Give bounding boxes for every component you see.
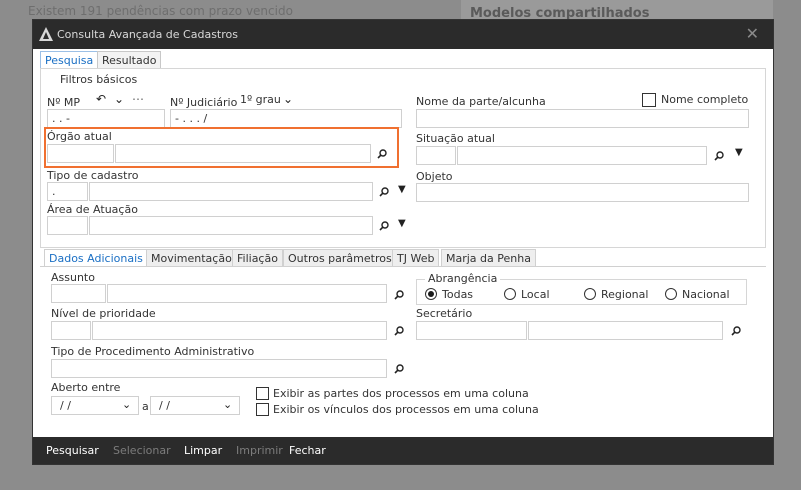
nome-parte-input[interactable]	[416, 109, 749, 128]
aberto-entre-label: Aberto entre	[51, 381, 121, 394]
objeto-label: Objeto	[416, 170, 453, 183]
subtab-outros-parametros[interactable]: Outros parâmetros	[283, 249, 397, 266]
tipo-cadastro-filter-icon[interactable]: ▼	[398, 184, 406, 195]
nivel-search-icon[interactable]	[394, 326, 404, 336]
exibir-partes-checkbox[interactable]	[256, 387, 269, 400]
subtab-movimentacao[interactable]: Movimentação	[146, 249, 237, 266]
abrangencia-legend: Abrangência	[425, 272, 501, 285]
tipo-cadastro-search-icon[interactable]	[379, 187, 389, 197]
chevron-down-icon[interactable]: ⌄	[114, 92, 124, 106]
fechar-button[interactable]: Fechar	[289, 444, 326, 457]
exibir-partes-label: Exibir as partes dos processos em uma co…	[273, 387, 529, 400]
date-from-chevron-icon[interactable]: ⌄	[122, 398, 131, 411]
radio-regional[interactable]	[584, 288, 596, 300]
orgao-search-icon[interactable]	[377, 149, 387, 159]
area-atuacao-label: Área de Atuação	[47, 203, 138, 216]
orgao-label: Órgão atual	[47, 130, 112, 143]
dialog-titlebar: Consulta Avançada de Cadastros ✕	[33, 20, 773, 49]
assunto-label: Assunto	[51, 271, 95, 284]
nivel-prioridade-label: Nível de prioridade	[51, 307, 156, 320]
assunto-code-input[interactable]	[51, 284, 106, 303]
radio-nacional[interactable]	[665, 288, 677, 300]
situacao-label: Situação atual	[416, 132, 495, 145]
pesquisar-button[interactable]: Pesquisar	[46, 444, 99, 457]
grau-select[interactable]: 1º grau	[240, 93, 281, 106]
nmp-label: Nº MP	[47, 96, 81, 109]
exibir-vinculos-label: Exibir os vínculos dos processos em uma …	[273, 403, 539, 416]
area-filter-icon[interactable]: ▼	[398, 218, 406, 229]
tab-pesquisa[interactable]: Pesquisa	[40, 51, 99, 68]
objeto-input[interactable]	[416, 183, 749, 202]
secretario-search-icon[interactable]	[731, 326, 741, 336]
tipo-procedimento-label: Tipo de Procedimento Administrativo	[51, 345, 255, 358]
exibir-vinculos-checkbox[interactable]	[256, 403, 269, 416]
radio-local-label: Local	[521, 288, 550, 301]
secretario-label: Secretário	[416, 307, 473, 320]
consulta-dialog: Consulta Avançada de Cadastros ✕ Pesquis…	[32, 19, 774, 465]
subtab-dados-adicionais[interactable]: Dados Adicionais	[44, 249, 148, 266]
secretario-code-input[interactable]	[416, 321, 527, 340]
dialog-title: Consulta Avançada de Cadastros	[57, 28, 238, 41]
app-logo-icon	[39, 27, 53, 41]
imprimir-button[interactable]: Imprimir	[236, 444, 283, 457]
subtab-marja-da-penha[interactable]: Marja da Penha	[441, 249, 536, 266]
dialog-button-bar: Pesquisar Selecionar Limpar Imprimir Fec…	[33, 437, 773, 464]
radio-todas[interactable]	[425, 288, 437, 300]
situacao-filter-icon[interactable]: ▼	[735, 147, 743, 158]
tipo-procedimento-input[interactable]	[51, 359, 387, 378]
radio-local[interactable]	[504, 288, 516, 300]
area-search-icon[interactable]	[379, 221, 389, 231]
area-name-input[interactable]	[89, 216, 373, 235]
nivel-code-input[interactable]	[51, 321, 91, 340]
nivel-name-input[interactable]	[92, 321, 387, 340]
more-icon[interactable]: ⋯	[132, 92, 144, 106]
orgao-code-input[interactable]	[47, 144, 114, 163]
secretario-name-input[interactable]	[528, 321, 723, 340]
situacao-name-input[interactable]	[457, 146, 707, 165]
assunto-search-icon[interactable]	[394, 290, 404, 300]
tab-resultado[interactable]: Resultado	[97, 51, 162, 68]
tipo-cadastro-label: Tipo de cadastro	[47, 169, 139, 182]
subtab-filiacao[interactable]: Filiação	[232, 249, 283, 266]
subtab-divider	[40, 266, 766, 267]
situacao-code-input[interactable]	[416, 146, 456, 165]
radio-nacional-label: Nacional	[682, 288, 730, 301]
undo-icon[interactable]: ↶	[96, 92, 106, 106]
limpar-button[interactable]: Limpar	[184, 444, 222, 457]
tipo-procedimento-search-icon[interactable]	[394, 364, 404, 374]
nmp-input[interactable]: . . -	[47, 109, 165, 128]
date-separator: a	[142, 400, 149, 413]
assunto-name-input[interactable]	[107, 284, 387, 303]
nome-parte-label: Nome da parte/alcunha	[416, 95, 546, 108]
radio-regional-label: Regional	[601, 288, 649, 301]
grau-chevron-icon[interactable]: ⌄	[283, 92, 293, 106]
subtab-tj-web[interactable]: TJ Web	[392, 249, 440, 266]
background-notice: Existem 191 pendências com prazo vencido	[28, 4, 293, 18]
nome-completo-checkbox[interactable]	[642, 93, 656, 107]
nome-completo-label: Nome completo	[661, 93, 749, 106]
area-code-input[interactable]	[47, 216, 88, 235]
selecionar-button[interactable]: Selecionar	[113, 444, 171, 457]
tipo-cadastro-name-input[interactable]	[89, 182, 373, 201]
radio-todas-label: Todas	[442, 288, 474, 301]
filtros-basicos-legend: Filtros básicos	[57, 73, 141, 86]
njud-label: Nº Judiciário	[170, 96, 238, 109]
close-icon[interactable]: ✕	[746, 24, 759, 43]
date-to-chevron-icon[interactable]: ⌄	[223, 398, 232, 411]
njud-input[interactable]: - . . . /	[170, 109, 402, 128]
situacao-search-icon[interactable]	[714, 151, 724, 161]
orgao-name-input[interactable]	[115, 144, 371, 163]
tipo-cadastro-code-input[interactable]: .	[47, 182, 88, 201]
